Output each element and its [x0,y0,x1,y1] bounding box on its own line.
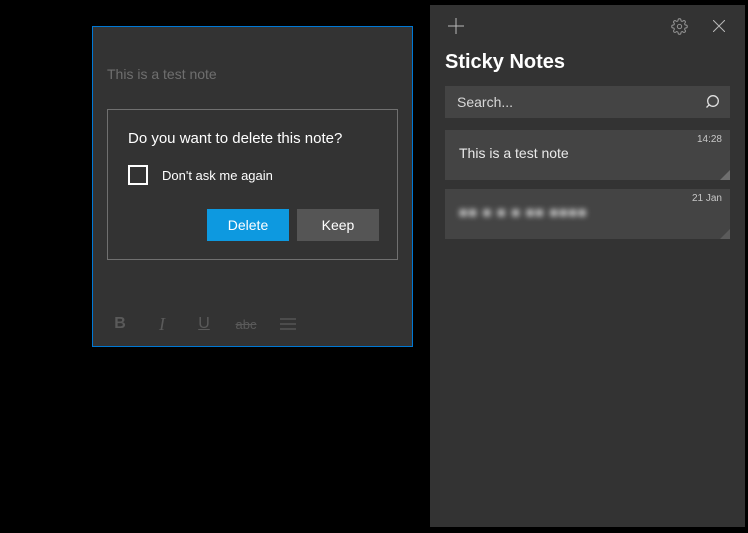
note-card-time: 14:28 [697,134,722,145]
note-list: 14:28 This is a test note 21 Jan ■■ ■ ■ … [430,130,745,239]
note-card-text: This is a test note [459,145,720,161]
close-icon [713,20,725,32]
notes-list-panel: Sticky Notes Search... 14:28 This is a t… [430,5,745,527]
underline-button[interactable]: U [183,302,225,346]
format-toolbar: B I U abc [93,302,412,346]
note-content-text: This is a test note [107,41,398,82]
bullet-list-button[interactable] [267,302,309,346]
delete-note-dialog: Do you want to delete this note? Don't a… [107,109,398,260]
note-card-text: ■■ ■ ■ ■ ■■ ■■■■ [459,204,720,220]
panel-title: Sticky Notes [430,47,745,86]
gear-icon [671,18,688,35]
new-note-button[interactable] [436,5,476,47]
search-input[interactable]: Search... [445,86,730,118]
bold-button[interactable]: B [99,302,141,346]
note-card-fold-icon [720,229,730,239]
note-card[interactable]: 21 Jan ■■ ■ ■ ■ ■■ ■■■■ [445,189,730,239]
note-window: This is a test note Do you want to delet… [92,26,413,347]
note-body[interactable]: This is a test note Do you want to delet… [93,27,412,303]
dont-ask-again-checkbox[interactable]: Don't ask me again [128,165,379,185]
dialog-title: Do you want to delete this note? [128,130,379,147]
note-card-time: 21 Jan [692,193,722,204]
plus-icon [448,18,464,34]
keep-button[interactable]: Keep [297,209,379,241]
list-icon [280,318,296,330]
checkbox-box[interactable] [128,165,148,185]
dialog-actions: Delete Keep [128,209,379,241]
italic-button[interactable]: I [141,302,183,346]
dont-ask-again-label: Don't ask me again [162,168,273,183]
close-panel-button[interactable] [699,5,739,47]
search-icon [706,94,722,110]
strikethrough-button[interactable]: abc [225,302,267,346]
settings-button[interactable] [659,5,699,47]
delete-button[interactable]: Delete [207,209,289,241]
note-card-fold-icon [720,170,730,180]
panel-titlebar [430,5,745,47]
search-placeholder: Search... [457,94,706,110]
note-card[interactable]: 14:28 This is a test note [445,130,730,180]
